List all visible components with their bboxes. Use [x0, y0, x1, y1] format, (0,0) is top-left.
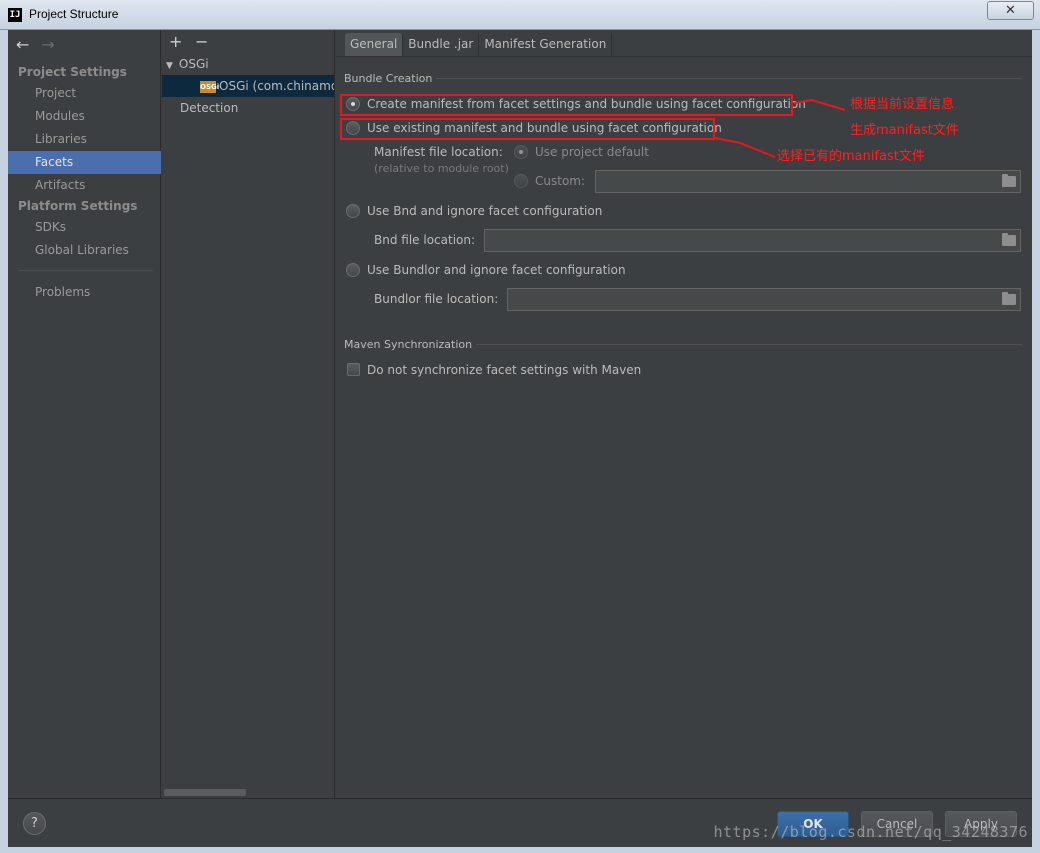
- annotation-arrow-2: [714, 137, 776, 158]
- dialog-footer: ? OK Cancel Apply https://blog.csdn.net/…: [8, 798, 1032, 847]
- annotation-note-1-line-2: 生成manifast文件: [850, 123, 959, 138]
- annotation-arrow-1: [793, 98, 846, 111]
- help-button[interactable]: ?: [23, 812, 46, 835]
- annotation-note-1-line-1: 根据当前设置信息: [850, 97, 955, 112]
- watermark: https://blog.csdn.net/qq_34248376: [713, 823, 1028, 841]
- annotation-note-2: 选择已有的manifast文件: [777, 149, 925, 164]
